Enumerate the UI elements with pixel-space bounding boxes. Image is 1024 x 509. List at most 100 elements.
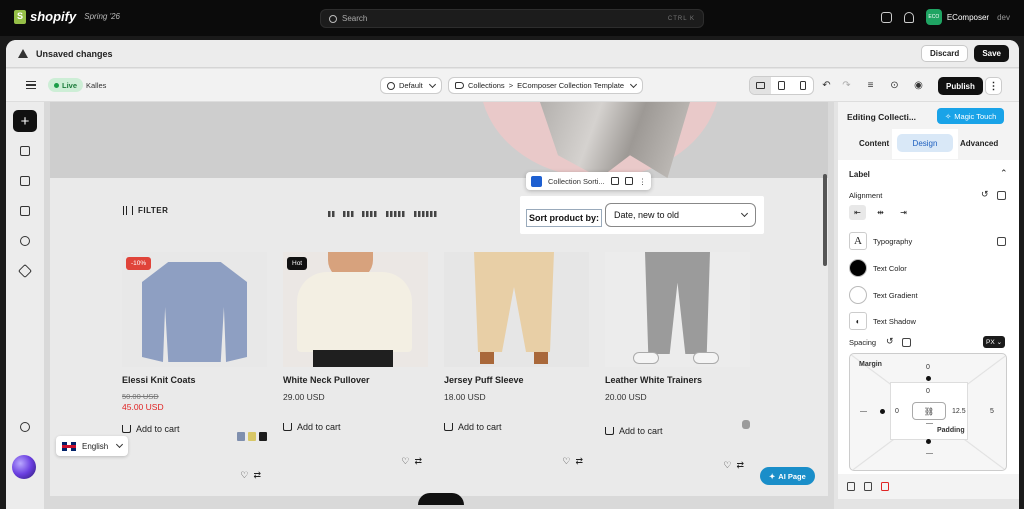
redo-icon[interactable]: ↷	[838, 77, 855, 94]
language-select[interactable]: Default	[380, 77, 442, 94]
settings-sliders-icon[interactable]: ≡	[862, 77, 879, 94]
sort-select[interactable]: Date, new to old	[605, 203, 756, 227]
chevron-up-icon[interactable]: ⌃	[1000, 168, 1008, 179]
swatch-blue[interactable]	[237, 432, 245, 441]
text-color-label[interactable]: Text Color	[873, 264, 907, 273]
text-color-swatch[interactable]	[849, 259, 867, 277]
publish-button[interactable]: Publish	[938, 77, 983, 95]
compare-icon[interactable]: ⇄	[414, 456, 422, 467]
margin-right-value[interactable]: 5	[990, 408, 994, 415]
product-name[interactable]: Leather White Trainers	[605, 375, 750, 385]
margin-top-value[interactable]: 0	[926, 364, 930, 371]
reset-icon[interactable]: ↺	[886, 336, 894, 347]
ai-page-button[interactable]: ✦ AI Page	[760, 467, 815, 485]
grid-3-icon[interactable]	[343, 211, 354, 217]
section-label[interactable]: Label	[849, 170, 870, 179]
canvas-scrollbar[interactable]	[823, 174, 827, 266]
mobile-view-button[interactable]	[792, 77, 813, 94]
add-element-button[interactable]: +	[13, 110, 37, 132]
grid-5-icon[interactable]	[386, 211, 406, 217]
product-card[interactable]: Hot White Neck Pullover 29.00 USD Add to…	[283, 252, 428, 466]
bell-icon[interactable]	[903, 11, 914, 23]
product-card[interactable]: Leather White Trainers 20.00 USD Add to …	[605, 252, 750, 470]
link-values-button[interactable]: ⛓	[912, 402, 946, 420]
store-switch-icon[interactable]	[880, 11, 892, 23]
tab-content[interactable]: Content	[859, 139, 889, 148]
trash-icon[interactable]	[624, 177, 633, 185]
compare-icon[interactable]: ⇄	[736, 460, 744, 471]
shopify-logo[interactable]: shopify Spring '26	[14, 9, 120, 24]
magic-touch-button[interactable]: ✧ Magic Touch	[937, 108, 1005, 124]
margin-bottom-value[interactable]: —	[926, 450, 933, 457]
product-image[interactable]: -10%	[122, 252, 267, 367]
grid-6-icon[interactable]	[414, 211, 438, 217]
padding-right-value[interactable]: 12.5	[952, 408, 966, 415]
align-left-button[interactable]: ⇤	[849, 205, 866, 220]
grid-icon[interactable]	[864, 482, 872, 491]
swatch-grey[interactable]	[742, 420, 750, 429]
compare-icon[interactable]: ⇄	[575, 456, 583, 467]
sort-label[interactable]: Sort product by:	[526, 209, 602, 227]
padding-left-value[interactable]: 0	[895, 408, 899, 415]
product-image[interactable]	[605, 252, 750, 367]
product-card[interactable]: -10% Elessi Knit Coats 50.00 USD 45.00 U…	[122, 252, 267, 480]
language-switcher[interactable]: English	[56, 436, 129, 456]
desktop-icon[interactable]	[902, 338, 911, 347]
add-to-cart-button[interactable]: Add to cart	[283, 422, 428, 432]
text-gradient-swatch[interactable]	[849, 286, 867, 304]
tablet-view-button[interactable]	[771, 77, 792, 94]
save-button[interactable]: Save	[974, 45, 1009, 62]
product-image[interactable]: Hot	[283, 252, 428, 367]
desktop-view-button[interactable]	[750, 77, 771, 94]
product-card[interactable]: Jersey Puff Sleeve 18.00 USD Add to cart…	[444, 252, 589, 466]
grid-2-icon[interactable]	[328, 211, 335, 217]
text-gradient-label[interactable]: Text Gradient	[873, 291, 918, 300]
layers-icon[interactable]	[20, 206, 30, 216]
align-right-button[interactable]: ⇥	[895, 205, 912, 220]
product-name[interactable]: Jersey Puff Sleeve	[444, 375, 589, 385]
align-center-button[interactable]: ⇹	[872, 205, 889, 220]
product-name[interactable]: Elessi Knit Coats	[122, 375, 267, 385]
margin-bottom-handle[interactable]	[926, 439, 931, 444]
more-options-icon[interactable]: ⋮	[985, 77, 1002, 95]
add-to-cart-button[interactable]: Add to cart	[444, 422, 589, 432]
unit-select[interactable]: PX ⌄	[983, 336, 1006, 348]
menu-icon[interactable]	[26, 81, 36, 89]
swatch-black[interactable]	[259, 432, 267, 441]
heart-icon[interactable]: ♡	[240, 470, 248, 481]
desktop-icon[interactable]	[997, 191, 1006, 200]
grid-4-icon[interactable]	[362, 211, 378, 217]
add-to-cart-button[interactable]: Add to cart	[605, 426, 750, 436]
sections-icon[interactable]	[20, 146, 30, 156]
padding-top-value[interactable]: 0	[926, 388, 930, 395]
gear-icon[interactable]	[20, 422, 30, 432]
padding-bottom-value[interactable]: —	[926, 420, 933, 427]
store-menu[interactable]: ECO EComposer dev	[925, 9, 1010, 25]
style-icon[interactable]	[17, 263, 33, 279]
trash-icon[interactable]	[881, 482, 889, 491]
heart-icon[interactable]: ♡	[562, 456, 570, 467]
discard-button[interactable]: Discard	[920, 45, 969, 62]
margin-top-handle[interactable]	[926, 376, 931, 381]
copy-style-icon[interactable]	[847, 482, 855, 491]
margin-left-value[interactable]: —	[860, 408, 867, 415]
theme-name[interactable]: Kalles	[86, 81, 106, 90]
text-shadow-icon[interactable]: ◐	[849, 312, 867, 330]
compare-icon[interactable]: ⇄	[253, 470, 261, 481]
ai-assistant-orb[interactable]	[12, 455, 36, 479]
element-label[interactable]: Collection Sorti...	[548, 177, 605, 186]
template-select[interactable]: Collections > EComposer Collection Templ…	[448, 77, 644, 94]
search-input[interactable]: Search CTRL K	[320, 9, 704, 28]
margin-left-handle[interactable]	[880, 409, 885, 414]
heart-icon[interactable]: ♡	[723, 460, 731, 471]
templates-icon[interactable]	[20, 176, 30, 186]
swatch-yellow[interactable]	[248, 432, 256, 441]
duplicate-icon[interactable]	[610, 177, 619, 185]
more-icon[interactable]: ⋮	[639, 177, 647, 186]
text-shadow-label[interactable]: Text Shadow	[873, 317, 916, 326]
typography-label[interactable]: Typography	[873, 237, 912, 246]
undo-icon[interactable]: ↶	[818, 77, 835, 94]
tab-advanced[interactable]: Advanced	[960, 139, 998, 148]
product-image[interactable]	[444, 252, 589, 367]
desktop-icon[interactable]	[997, 237, 1006, 246]
